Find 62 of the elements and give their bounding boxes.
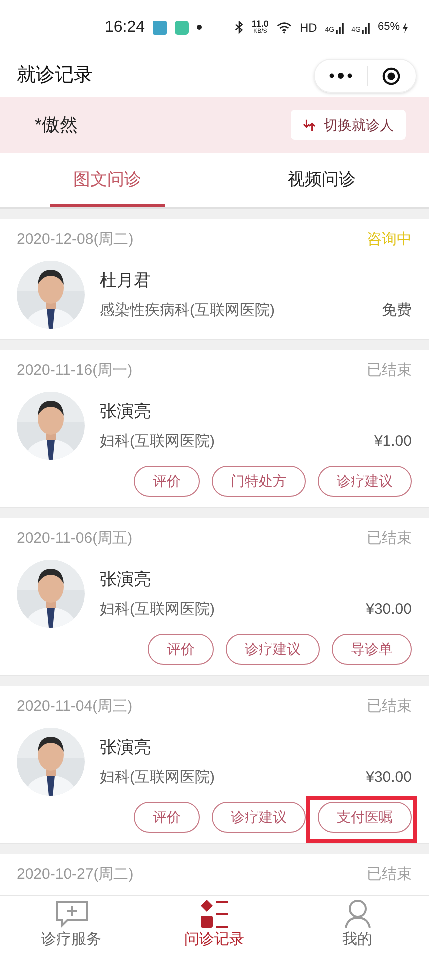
capsule-menu[interactable] — [314, 59, 417, 93]
more-icon[interactable] — [329, 72, 353, 80]
price: ¥1.00 — [374, 432, 412, 452]
doctor-name: 张演亮 — [100, 569, 152, 591]
list-icon — [200, 898, 230, 929]
record-card[interactable]: 2020-10-27(周二) 已结束 — [0, 854, 429, 895]
signal-icon — [362, 22, 370, 34]
tab[interactable]: 图文问诊 — [0, 153, 214, 207]
person-icon — [342, 898, 372, 929]
battery-level: 65% — [378, 20, 400, 36]
department: 妇科(互联网医院) — [100, 768, 215, 788]
add-message-icon — [54, 898, 90, 929]
record-card[interactable]: 2020-11-16(周一) 已结束 张演亮 妇科(互联网医院) ¥1.00 评价 门特处方 诊疗建议 — [0, 350, 429, 508]
action-button[interactable]: 诊疗建议 — [226, 634, 320, 665]
department: 感染性疾病科(互联网医院) — [100, 300, 275, 320]
record-status: 已结束 — [367, 360, 412, 381]
switch-patient-button[interactable]: 切换就诊人 — [291, 110, 406, 140]
price: ¥30.00 — [366, 768, 412, 788]
record-status: 已结束 — [367, 864, 412, 885]
department: 妇科(互联网医院) — [100, 600, 215, 620]
page-title: 就诊记录 — [17, 64, 93, 88]
doctor-name: 张演亮 — [100, 401, 152, 423]
nav-tab[interactable]: 问诊记录 — [143, 896, 286, 954]
action-button[interactable]: 导诊单 — [332, 634, 412, 665]
action-button[interactable]: 门特处方 — [212, 466, 306, 497]
action-button[interactable]: 评价 — [134, 802, 200, 833]
action-button[interactable]: 支付医嘱 — [318, 802, 412, 833]
net-speed: 11.0 — [252, 20, 269, 29]
action-button[interactable]: 评价 — [134, 466, 200, 497]
charging-icon — [402, 22, 409, 34]
record-date: 2020-11-06(周五) — [17, 528, 133, 549]
record-status: 已结束 — [367, 696, 412, 717]
record-date: 2020-10-27(周二) — [17, 864, 134, 885]
action-button[interactable]: 评价 — [148, 634, 214, 665]
record-card[interactable]: 2020-11-04(周三) 已结束 张演亮 妇科(互联网医院) ¥30.00 评价 诊疗建议 支付医嘱 — [0, 686, 429, 844]
price: ¥30.00 — [366, 600, 412, 620]
record-date: 2020-11-04(周三) — [17, 696, 133, 717]
record-status: 咨询中 — [367, 230, 412, 250]
bluetooth-icon — [234, 21, 244, 34]
record-card[interactable]: 2020-11-06(周五) 已结束 张演亮 妇科(互联网医院) ¥30.00 评价 诊疗建议 导诊单 — [0, 518, 429, 676]
action-button[interactable]: 诊疗建议 — [212, 802, 306, 833]
nav-tab[interactable]: 诊疗服务 — [0, 896, 143, 954]
record-date: 2020-12-08(周二) — [17, 230, 134, 250]
signal-icon — [336, 22, 344, 34]
hd-label: HD — [300, 20, 318, 36]
wifi-icon — [276, 22, 292, 34]
department: 妇科(互联网医院) — [100, 432, 215, 452]
record-date: 2020-11-16(周一) — [17, 360, 133, 381]
app-icon — [175, 20, 190, 34]
swap-icon — [303, 118, 316, 132]
doctor-name: 张演亮 — [100, 737, 152, 759]
app-icon — [153, 20, 168, 34]
price: 免费 — [382, 300, 412, 320]
status-time: 16:24 — [105, 18, 146, 38]
action-button[interactable]: 诊疗建议 — [318, 466, 412, 497]
close-icon[interactable] — [382, 66, 401, 86]
record-status: 已结束 — [367, 528, 412, 549]
record-card[interactable]: 2020-12-08(周二) 咨询中 杜月君 感染性疾病科(互联网医院) 免费 — [0, 219, 429, 340]
nav-tab[interactable]: 我的 — [286, 896, 429, 954]
tab[interactable]: 视频问诊 — [214, 153, 429, 207]
doctor-name: 杜月君 — [100, 270, 152, 292]
patient-name: *傲然 — [35, 114, 78, 136]
